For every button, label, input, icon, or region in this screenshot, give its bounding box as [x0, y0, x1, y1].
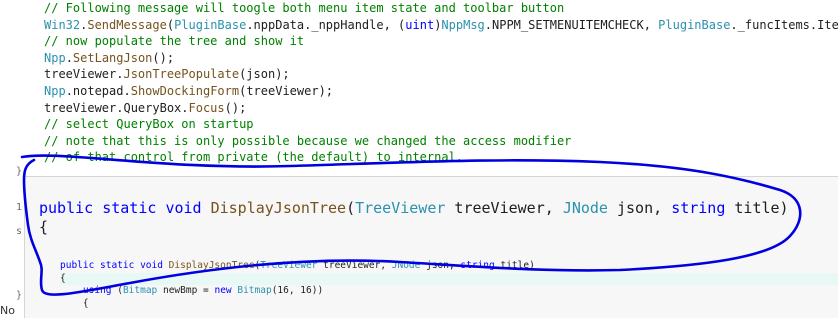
- code-line: // select QueryBox on startup: [44, 116, 838, 133]
- code-line: using (Bitmap newBmp = new Bitmap(16, 16…: [60, 285, 838, 298]
- peek-signature: public static void DisplayJsonTree(TreeV…: [39, 199, 789, 237]
- code-line: // now populate the tree and show it: [44, 33, 838, 50]
- code-token: // Following message will toogle both me…: [44, 1, 565, 15]
- code-token: ShowDockingForm: [130, 83, 240, 98]
- code-token: ();: [224, 100, 247, 115]
- code-token: PluginBase: [658, 17, 731, 32]
- code-token: newBmp =: [157, 285, 215, 296]
- code-token: DisplayJsonTree: [168, 260, 255, 271]
- code-token: Bitmap: [237, 285, 272, 296]
- code-line: Npp.notepad.ShowDockingForm(treeViewer);: [44, 83, 838, 100]
- embedded-code-screenshot: public static void DisplayJsonTree ( TreeV…: [60, 260, 838, 310]
- keyword: void: [165, 199, 202, 217]
- code-token: treeViewer.: [44, 67, 124, 82]
- code-token: Win32: [44, 17, 81, 32]
- code-token: .NPPM_SETMENUITEMCHECK,: [484, 17, 659, 32]
- method-name: DisplayJsonTree: [210, 199, 347, 217]
- code-token: Focus: [188, 100, 225, 115]
- param-name: title): [725, 199, 789, 217]
- code-token: (16, 16)): [271, 285, 324, 296]
- code-token: new: [214, 285, 238, 296]
- code-token: title): [494, 260, 535, 271]
- gutter-mark: }: [16, 166, 23, 177]
- param-type: TreeViewer: [355, 199, 446, 217]
- code-token: (treeViewer);: [239, 83, 334, 98]
- keyword: public: [39, 199, 94, 217]
- code-token: .notepad.: [65, 83, 131, 98]
- code-token: Npp: [44, 50, 66, 65]
- code-line: treeViewer.JsonTreePopulate(json);: [44, 66, 838, 83]
- gutter-mark: }: [16, 290, 23, 301]
- code-token: .: [65, 50, 73, 65]
- code-line: // of that control from private (the def…: [44, 149, 838, 166]
- code-token: uint: [405, 17, 435, 32]
- code-token: // note that this is only possible becau…: [44, 133, 572, 148]
- param-name: treeViewer,: [445, 199, 563, 217]
- gutter-marks: } 1 s}: [0, 0, 24, 317]
- param-type: JNode: [562, 199, 608, 217]
- code-token: {: [60, 272, 66, 284]
- code-token: // of that control from private (the def…: [44, 150, 464, 165]
- keyword: string: [671, 199, 726, 217]
- code-token: Bitmap: [122, 285, 158, 296]
- line-gutter: } 1 s}: [0, 0, 24, 317]
- code-token: ._funcItems.Items[: [730, 17, 838, 32]
- code-token: PluginBase: [174, 17, 247, 32]
- code-line: public static void DisplayJsonTree(TreeV…: [60, 260, 838, 273]
- code-line: {: [60, 298, 838, 311]
- param-name: json,: [607, 199, 672, 217]
- code-line: Win32.SendMessage(PluginBase.nppData._np…: [44, 17, 838, 34]
- code-line: {: [60, 273, 838, 286]
- code-token: NppMsg: [441, 17, 485, 32]
- code-token: json,: [420, 260, 461, 271]
- code-token: JsonTreePopulate: [123, 67, 240, 82]
- code-token: (json);: [239, 67, 290, 82]
- code-lines[interactable]: // Following message will toogle both me…: [44, 0, 838, 166]
- code-token: Npp: [44, 83, 66, 98]
- code-token: using: [60, 285, 112, 296]
- gutter-mark: s: [16, 226, 23, 237]
- code-token: TreeViewer: [260, 260, 318, 271]
- code-token: (: [166, 17, 175, 32]
- code-token: // select QueryBox on startup: [44, 117, 254, 132]
- code-token: {: [60, 297, 89, 309]
- code-token: SetLangJson: [72, 50, 153, 65]
- code-line: // Following message will toogle both me…: [44, 0, 838, 17]
- code-token: .nppData._nppHandle, (: [246, 17, 406, 32]
- code-token: SendMessage: [87, 17, 167, 32]
- open-brace: {: [39, 218, 49, 236]
- status-text: No: [0, 304, 24, 317]
- code-line: Npp.SetLangJson();: [44, 50, 838, 67]
- code-token: public static void: [60, 260, 169, 271]
- code-editor[interactable]: } 1 s} // Following message will toogle bo…: [0, 0, 838, 318]
- code-token: treeViewer,: [317, 260, 392, 271]
- code-token: // now populate the tree and show it: [44, 34, 305, 49]
- code-line: treeViewer.QueryBox.Focus();: [44, 100, 838, 117]
- code-token: ();: [152, 50, 175, 65]
- code-token: (: [111, 285, 123, 296]
- code-line: // note that this is only possible becau…: [44, 133, 838, 150]
- code-token: treeViewer.QueryBox.: [44, 100, 189, 115]
- code-token: JNode: [391, 260, 421, 271]
- gutter-mark: 1: [16, 202, 23, 213]
- open-paren: (: [346, 199, 356, 217]
- code-token: string: [460, 260, 495, 271]
- keyword: static: [102, 199, 157, 217]
